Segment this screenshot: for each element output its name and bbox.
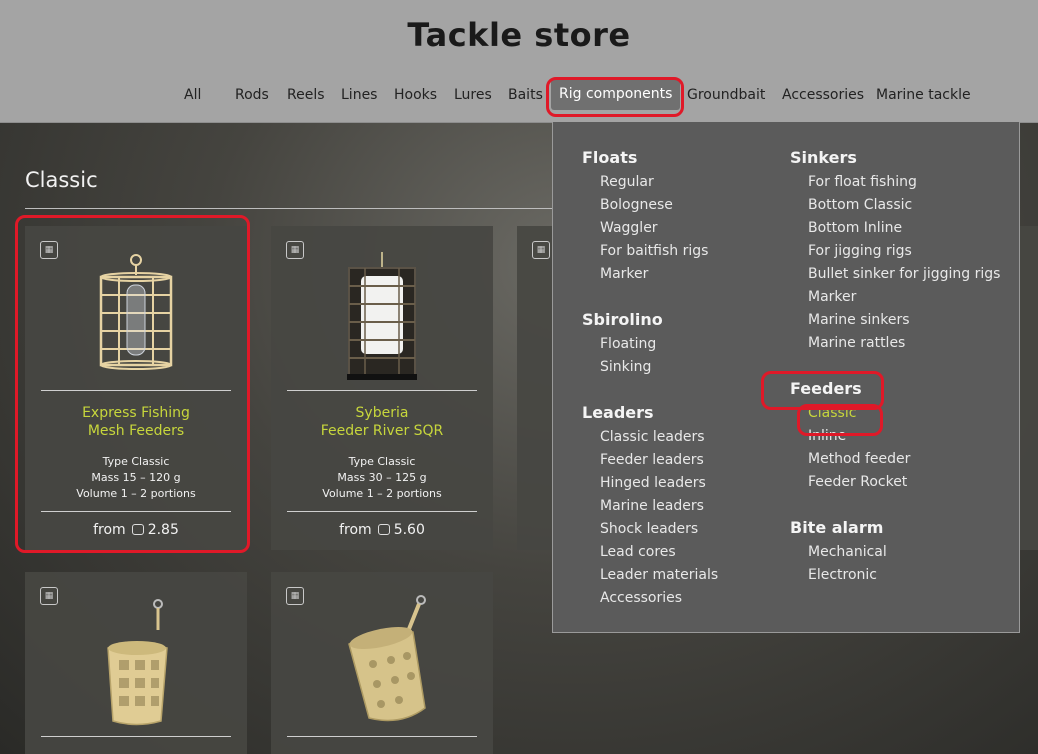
menu-item-classic-leaders[interactable]: Classic leaders: [582, 426, 718, 449]
menu-item-lead-cores[interactable]: Lead cores: [582, 541, 718, 564]
menu-heading-feeders[interactable]: Feeders: [790, 376, 910, 402]
menu-heading-floats[interactable]: Floats: [582, 145, 708, 171]
menu-item-accessories[interactable]: Accessories: [582, 587, 718, 610]
menu-heading-leaders[interactable]: Leaders: [582, 400, 718, 426]
product-name[interactable]: Syberia Feeder River SQR: [279, 404, 485, 440]
product-card[interactable]: [1018, 226, 1038, 550]
menu-item-method-feeder[interactable]: Method feeder: [790, 448, 910, 471]
menu-item-electronic[interactable]: Electronic: [790, 564, 887, 587]
menu-group-bite-alarm: Bite alarm Mechanical Electronic: [790, 515, 887, 587]
menu-item-leader-materials[interactable]: Leader materials: [582, 564, 718, 587]
classic-feeder-image: [107, 599, 168, 726]
nav-marine-tackle[interactable]: Marine tackle: [876, 84, 971, 106]
card-divider: [287, 511, 477, 512]
product-price: from 2.85: [93, 522, 179, 538]
menu-item-bottom-classic[interactable]: Bottom Classic: [790, 194, 1000, 217]
menu-group-sbirolino: Sbirolino Floating Sinking: [582, 307, 663, 379]
menu-item-feeder-leaders[interactable]: Feeder leaders: [582, 449, 718, 472]
card-divider: [41, 390, 231, 391]
menu-item-hinged-leaders[interactable]: Hinged leaders: [582, 472, 718, 495]
product-card[interactable]: ▦: [271, 572, 493, 754]
page-title: Tackle store: [407, 16, 631, 54]
menu-heading-bite-alarm[interactable]: Bite alarm: [790, 515, 887, 541]
menu-group-leaders: Leaders Classic leaders Feeder leaders H…: [582, 400, 718, 610]
menu-item-marine-leaders[interactable]: Marine leaders: [582, 495, 718, 518]
menu-group-sinkers: Sinkers For float fishing Bottom Classic…: [790, 145, 1000, 355]
coin-icon: [377, 524, 390, 535]
compare-icon[interactable]: ▦: [40, 241, 58, 259]
product-price: from 5.60: [339, 522, 425, 538]
menu-item-classic[interactable]: Classic: [790, 402, 910, 425]
mesh-feeder-image: [99, 254, 173, 370]
card-divider: [287, 390, 477, 391]
menu-group-floats: Floats Regular Bolognese Waggler For bai…: [582, 145, 708, 286]
nav-all[interactable]: All: [184, 84, 201, 106]
menu-item-bolognese[interactable]: Bolognese: [582, 194, 708, 217]
nav-rods[interactable]: Rods: [235, 84, 269, 106]
menu-item-for-baitfish-rigs[interactable]: For baitfish rigs: [582, 240, 708, 263]
menu-item-bullet-sinker[interactable]: Bullet sinker for jigging rigs: [790, 263, 1000, 286]
menu-item-sinker-marker[interactable]: Marker: [790, 286, 1000, 309]
cage-feeder-image: [348, 595, 426, 722]
nav-hooks[interactable]: Hooks: [394, 84, 437, 106]
menu-item-sinking[interactable]: Sinking: [582, 356, 663, 379]
nav-accessories[interactable]: Accessories: [782, 84, 864, 106]
menu-item-floating[interactable]: Floating: [582, 333, 663, 356]
category-nav: All Rods Reels Lines Hooks Lures Baits R…: [0, 78, 1038, 110]
card-divider: [41, 511, 231, 512]
menu-item-marine-rattles[interactable]: Marine rattles: [790, 332, 1000, 355]
product-card[interactable]: ▦: [25, 572, 247, 754]
menu-item-shock-leaders[interactable]: Shock leaders: [582, 518, 718, 541]
nav-baits[interactable]: Baits: [508, 84, 543, 106]
store-header: Tackle store All Rods Reels Lines Hooks …: [0, 0, 1038, 123]
nav-groundbait[interactable]: Groundbait: [687, 84, 765, 106]
compare-icon[interactable]: ▦: [532, 241, 550, 259]
menu-heading-sinkers[interactable]: Sinkers: [790, 145, 1000, 171]
product-specs: Type Classic Mass 15 – 120 g Volume 1 – …: [76, 455, 196, 500]
section-divider: [25, 208, 555, 209]
product-card[interactable]: ▦: [517, 226, 557, 550]
nav-lures[interactable]: Lures: [454, 84, 492, 106]
section-title: Classic: [25, 168, 98, 192]
menu-item-for-float-fishing[interactable]: For float fishing: [790, 171, 1000, 194]
rig-components-dropdown: Floats Regular Bolognese Waggler For bai…: [552, 122, 1020, 633]
menu-group-feeders: Feeders Classic Inline Method feeder Fee…: [790, 376, 910, 494]
product-specs: Type Classic Mass 30 – 125 g Volume 1 – …: [322, 455, 442, 500]
product-card[interactable]: ▦ Express Fishing Mesh Feeders Type Clas…: [25, 226, 247, 550]
menu-item-mechanical[interactable]: Mechanical: [790, 541, 887, 564]
menu-item-marine-sinkers[interactable]: Marine sinkers: [790, 309, 1000, 332]
compare-icon[interactable]: ▦: [286, 241, 304, 259]
nav-rig-components[interactable]: Rig components: [551, 78, 681, 110]
menu-item-for-jigging-rigs[interactable]: For jigging rigs: [790, 240, 1000, 263]
menu-item-marker[interactable]: Marker: [582, 263, 708, 286]
compare-icon[interactable]: ▦: [40, 587, 58, 605]
nav-reels[interactable]: Reels: [287, 84, 325, 106]
menu-item-inline[interactable]: Inline: [790, 425, 910, 448]
menu-item-waggler[interactable]: Waggler: [582, 217, 708, 240]
menu-item-bottom-inline[interactable]: Bottom Inline: [790, 217, 1000, 240]
card-divider: [41, 736, 231, 737]
compare-icon[interactable]: ▦: [286, 587, 304, 605]
product-card[interactable]: ▦ Syberia Feeder River SQR Type Classic …: [271, 226, 493, 550]
nav-lines[interactable]: Lines: [341, 84, 377, 106]
feeder-river-image: [347, 252, 417, 380]
menu-item-feeder-rocket[interactable]: Feeder Rocket: [790, 471, 910, 494]
coin-icon: [131, 524, 144, 535]
menu-heading-sbirolino[interactable]: Sbirolino: [582, 307, 663, 333]
menu-item-regular[interactable]: Regular: [582, 171, 708, 194]
card-divider: [287, 736, 477, 737]
product-name[interactable]: Express Fishing Mesh Feeders: [33, 404, 239, 440]
